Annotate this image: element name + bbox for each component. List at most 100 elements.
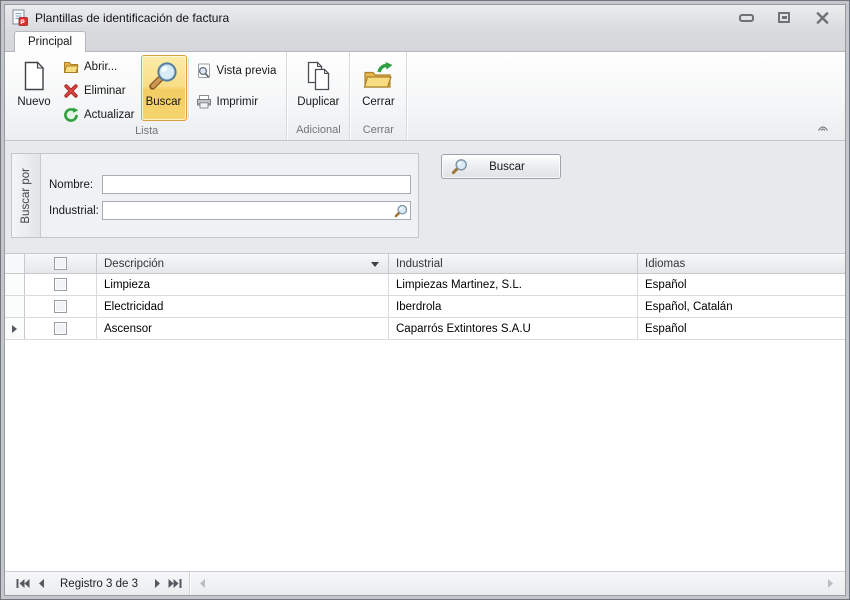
buscar-button-label: Buscar [489, 160, 525, 173]
nav-next-button[interactable] [148, 575, 166, 593]
duplicar-label: Duplicar [297, 96, 340, 108]
row-checkbox-cell [25, 274, 97, 295]
ribbon-group-adicional-content: Duplicar [287, 52, 349, 123]
row-indicator [5, 274, 25, 295]
buscar-button[interactable]: Buscar [441, 154, 561, 179]
search-panel-caption-strip: Buscar por [12, 154, 41, 237]
cell-industrial: Iberdrola [389, 296, 638, 317]
vista-previa-button[interactable]: Vista previa [192, 61, 281, 80]
nav-prev-button[interactable] [32, 575, 50, 593]
buscar-ribbon-button[interactable]: Buscar [140, 55, 187, 121]
abrir-icon [63, 61, 79, 73]
nombre-input[interactable] [102, 175, 411, 194]
nuevo-button[interactable]: Nuevo [11, 55, 57, 121]
ribbon: Nuevo Abrir... Eliminar Actualizar Busca… [5, 52, 845, 141]
industrial-input-wrap [102, 201, 411, 220]
lista-small-buttons: Abrir... Eliminar Actualizar [59, 57, 139, 124]
row-checkbox[interactable] [54, 300, 67, 313]
nav-last-button[interactable] [166, 575, 184, 593]
industrial-input[interactable] [102, 201, 411, 220]
vista-previa-label: Vista previa [216, 64, 277, 77]
collapse-ribbon-button[interactable] [816, 121, 830, 133]
hscroll-left-button[interactable] [193, 575, 211, 593]
buscar-icon [148, 62, 177, 90]
minimize-icon [738, 13, 754, 22]
actualizar-button[interactable]: Actualizar [59, 105, 139, 124]
cerrar-icon [364, 62, 393, 88]
grid-header-checkbox-cell[interactable] [25, 254, 97, 273]
ribbon-group-adicional: Duplicar Adicional [287, 52, 351, 140]
sort-arrow-icon[interactable] [371, 262, 379, 267]
cerrar-label: Cerrar [362, 96, 395, 108]
vista-previa-icon [197, 63, 210, 78]
nuevo-icon [24, 61, 45, 91]
window-inner: Plantillas de identificación de factura … [4, 4, 846, 596]
cell-idiomas: Español, Catalán [645, 300, 733, 313]
industrial-header-label: Industrial [396, 257, 443, 270]
actualizar-label: Actualizar [84, 108, 135, 121]
cerrar-button[interactable]: Cerrar [354, 55, 402, 121]
lookup-magnifier-icon [394, 204, 408, 217]
cell-industrial: Limpiezas Martinez, S.L. [389, 274, 638, 295]
duplicar-icon [308, 61, 331, 91]
nav-next-icon [154, 579, 160, 588]
imprimir-icon [196, 94, 211, 108]
maximize-icon [778, 12, 790, 23]
grid-header-industrial[interactable]: Industrial [389, 254, 638, 273]
ribbon-item-separator [187, 57, 189, 119]
content-area: Buscar por Nombre: Industrial: Buscar De… [5, 141, 845, 595]
grid-header-indicator [5, 254, 25, 273]
table-row[interactable]: Limpieza Limpiezas Martinez, S.L. Españo… [5, 274, 845, 296]
grid-header-descripcion[interactable]: Descripción [97, 254, 389, 273]
nav-last-icon [168, 579, 182, 588]
table-row[interactable]: Electricidad Iberdrola Español, Catalán [5, 296, 845, 318]
window-controls [737, 5, 831, 30]
hscroll-right-icon [827, 579, 833, 588]
ribbon-tab-row: Principal [5, 30, 845, 52]
grid-header-idiomas[interactable]: Idiomas [638, 254, 845, 273]
row-checkbox[interactable] [54, 322, 67, 335]
imprimir-button[interactable]: Imprimir [192, 92, 281, 111]
duplicar-button[interactable]: Duplicar [291, 55, 345, 121]
table-row[interactable]: Ascensor Caparrós Extintores S.A.U Españ… [5, 318, 845, 340]
industrial-lookup-button[interactable] [393, 203, 409, 218]
eliminar-icon [64, 83, 78, 98]
record-navigator-bar: Registro 3 de 3 [5, 571, 845, 595]
ribbon-group-lista: Nuevo Abrir... Eliminar Actualizar Busca… [7, 52, 288, 140]
maximize-button[interactable] [775, 9, 793, 27]
row-checkbox-cell [25, 318, 97, 339]
minimize-button[interactable] [737, 9, 755, 27]
group-caption-adicional: Adicional [296, 124, 341, 136]
buscar-button-icon [451, 159, 467, 175]
grid-header-row: Descripción Industrial Idiomas [5, 253, 845, 274]
close-icon [815, 11, 829, 24]
eliminar-button[interactable]: Eliminar [59, 81, 139, 100]
select-all-checkbox[interactable] [54, 257, 67, 270]
nombre-input-wrap [102, 175, 411, 194]
grid-empty-area [5, 340, 845, 571]
cell-descripcion: Limpieza [97, 274, 389, 295]
search-panel: Buscar por Nombre: Industrial: [11, 153, 419, 238]
nav-prev-icon [38, 579, 44, 588]
hscroll-track[interactable] [211, 572, 821, 595]
collapse-ribbon-icon [817, 126, 829, 131]
nav-first-button[interactable] [14, 575, 32, 593]
nombre-field-row: Nombre: [49, 175, 411, 194]
templates-grid: Descripción Industrial Idiomas Limpieza … [5, 253, 845, 571]
row-checkbox[interactable] [54, 278, 67, 291]
hscroll-right-button[interactable] [821, 575, 839, 593]
nombre-label: Nombre: [49, 178, 94, 191]
tab-principal[interactable]: Principal [14, 31, 87, 52]
idiomas-header-label: Idiomas [645, 257, 686, 270]
cell-idiomas: Español [645, 322, 687, 335]
group-caption-lista: Lista [135, 125, 159, 137]
close-button[interactable] [813, 9, 831, 27]
cell-industrial: Caparrós Extintores S.A.U [389, 318, 638, 339]
record-count-label: Registro 3 de 3 [60, 577, 138, 590]
tab-principal-label: Principal [28, 36, 73, 48]
ribbon-group-cerrar-content: Cerrar [350, 52, 406, 123]
row-indicator [5, 318, 25, 339]
imprimir-label: Imprimir [216, 95, 259, 108]
abrir-button[interactable]: Abrir... [59, 57, 139, 76]
descripcion-header-label: Descripción [104, 257, 165, 270]
